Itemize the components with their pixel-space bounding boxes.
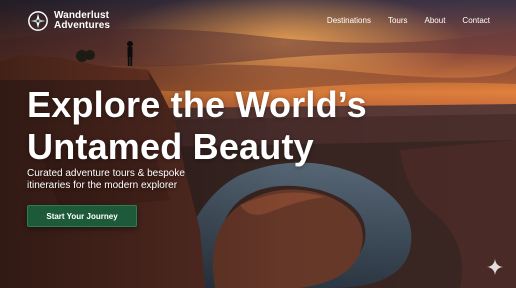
start-journey-button[interactable]: Start Your Journey [27,205,137,227]
top-navigation: Wanderlust Adventures Destinations Tours… [0,0,516,44]
brand-name: Wanderlust Adventures [54,11,110,31]
nav-menu: Destinations Tours About Contact [327,16,490,25]
nav-link-contact[interactable]: Contact [462,16,490,25]
sparkle-icon [486,258,504,276]
hero-subtitle: Curated adventure tours & bespoke itiner… [27,168,185,191]
nav-link-tours[interactable]: Tours [388,16,408,25]
nav-link-destinations[interactable]: Destinations [327,16,371,25]
nav-link-about[interactable]: About [425,16,446,25]
hero-headline-line2: Untamed Beauty [27,126,314,167]
brand-name-line2: Adventures [54,20,111,31]
hero-headline-line1: Explore the World’s [27,84,367,125]
brand-link[interactable]: Wanderlust Adventures [27,10,110,32]
hero-headline: Explore the World’s Untamed Beauty [27,84,367,168]
compass-icon [28,11,48,31]
hero-section: Wanderlust Adventures Destinations Tours… [0,0,516,288]
